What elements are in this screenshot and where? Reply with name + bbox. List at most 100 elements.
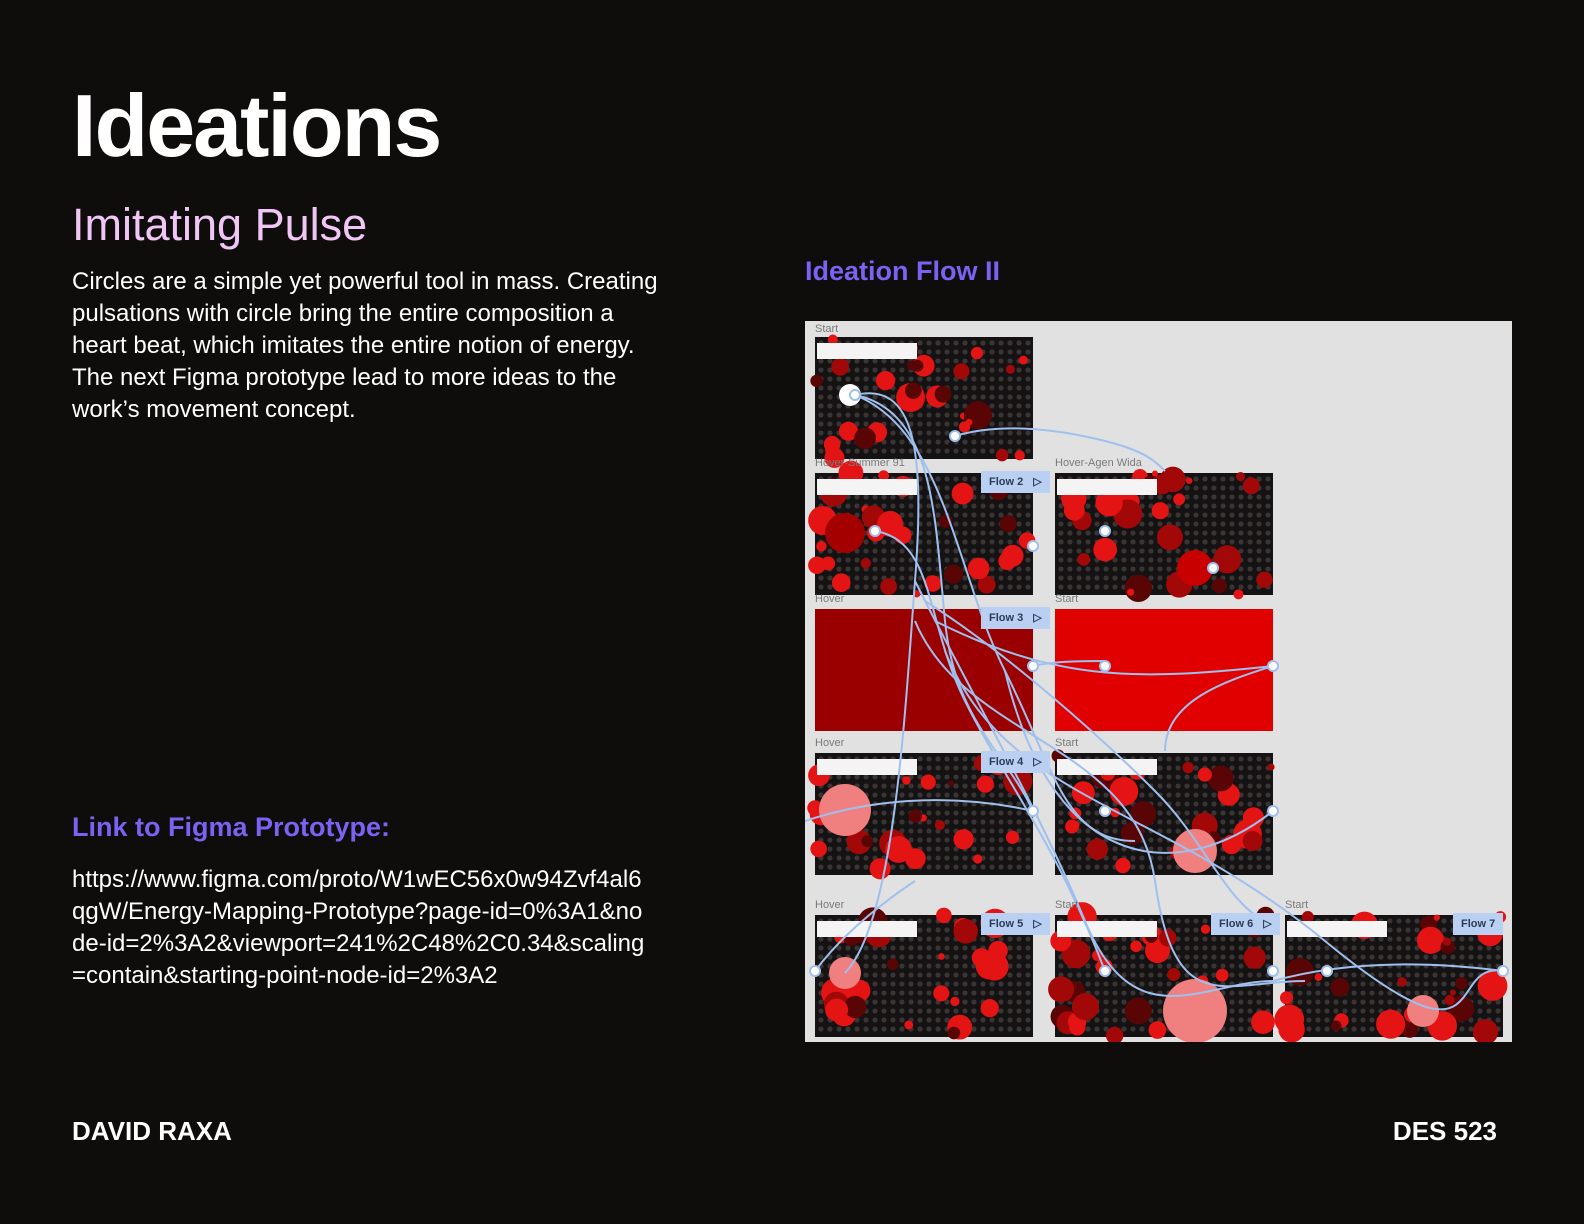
grid-dot [908,412,914,418]
pulse-circle [1242,831,1263,851]
grid-dot [1202,918,1208,924]
grid-dot [1103,1008,1109,1014]
grid-dot [863,972,869,978]
grid-dot [1016,494,1022,500]
flow-tag-flow-4[interactable]: Flow 4 ▷ [981,751,1050,773]
grid-dot [1265,774,1271,780]
grid-dot [1130,855,1136,861]
grid-dot [998,999,1004,1005]
grid-dot [1211,810,1217,816]
pulse-circle [950,996,960,1007]
grid-dot [1025,421,1031,427]
flow-tag-flow-5[interactable]: Flow 5 ▷ [981,913,1050,935]
grid-dot [1229,864,1235,870]
grid-dot [1085,530,1091,536]
grid-dot [890,539,896,545]
grid-dot [1157,819,1163,825]
grid-dot [1166,756,1172,762]
grid-dot [1085,981,1091,987]
grid-dot [1229,819,1235,825]
grid-dot [989,990,995,996]
grid-dot [1220,521,1226,527]
pulse-circle [1207,765,1234,792]
grid-dot [827,430,833,436]
grid-dot [1025,412,1031,418]
grid-dot [1076,584,1082,590]
grid-dot [935,810,941,816]
grid-dot [1193,954,1199,960]
grid-dot [1265,756,1271,762]
prototype-link-url[interactable]: https://www.figma.com/proto/W1wEC56x0w94… [72,864,652,992]
pulse-circle [902,776,911,785]
grid-dot [1121,548,1127,554]
grid-dot [1016,810,1022,816]
grid-dot [1067,575,1073,581]
grid-dot [1342,936,1348,942]
grid-dot [1112,530,1118,536]
grid-dot [1016,819,1022,825]
grid-dot [998,981,1004,987]
grid-dot [899,990,905,996]
flow-tag-flow-6[interactable]: Flow 6 ▷ [1211,913,1280,935]
grid-dot [917,936,923,942]
play-icon: ▷ [1263,918,1272,930]
grid-dot [1175,774,1181,780]
grid-dot [935,439,941,445]
grid-dot [908,828,914,834]
grid-dot [845,945,851,951]
grid-dot [1157,765,1163,771]
grid-dot [1148,539,1154,545]
grid-dot [944,855,950,861]
grid-dot [1202,936,1208,942]
grid-dot [1211,954,1217,960]
grid-dot [1378,954,1384,960]
grid-dot [1256,999,1262,1005]
grid-dot [872,575,878,581]
grid-dot [1184,521,1190,527]
pulse-circle [965,418,973,426]
grid-dot [1220,476,1226,482]
pulse-circle [831,357,850,376]
grid-dot [926,521,932,527]
grid-dot [917,963,923,969]
grid-dot [926,340,932,346]
grid-dot [953,476,959,482]
grid-dot [872,548,878,554]
grid-dot [971,512,977,518]
grid-dot [1067,792,1073,798]
grid-dot [1247,566,1253,572]
grid-dot [953,801,959,807]
pulse-circle [1211,578,1227,594]
grid-dot [1103,945,1109,951]
pulse-circle [1115,857,1131,874]
grid-dot [1184,819,1190,825]
grid-dot [1121,530,1127,536]
grid-dot [1405,954,1411,960]
grid-dot [1229,990,1235,996]
grid-dot [1229,936,1235,942]
grid-dot [1342,999,1348,1005]
grid-dot [1184,954,1190,960]
flow-tag-flow-7[interactable]: Flow 7 [1453,913,1504,935]
grid-dot [836,566,842,572]
grid-dot [1094,521,1100,527]
grid-dot [1468,945,1474,951]
grid-dot [1405,927,1411,933]
pulse-circle [908,809,923,823]
flow-tag-flow-3[interactable]: Flow 3 ▷ [981,607,1050,629]
pulse-circle [947,780,954,787]
flow-tag-flow-2[interactable]: Flow 2 ▷ [981,471,1050,493]
grid-dot [989,846,995,852]
grid-dot [827,855,833,861]
grid-dot [1229,485,1235,491]
grid-dot [917,349,923,355]
grid-dot [1369,954,1375,960]
grid-dot [989,376,995,382]
grid-dot [980,512,986,518]
grid-dot [818,412,824,418]
grid-dot [1067,566,1073,572]
grid-dot [980,539,986,545]
grid-dot [998,774,1004,780]
grid-dot [917,828,923,834]
grid-dot [836,837,842,843]
